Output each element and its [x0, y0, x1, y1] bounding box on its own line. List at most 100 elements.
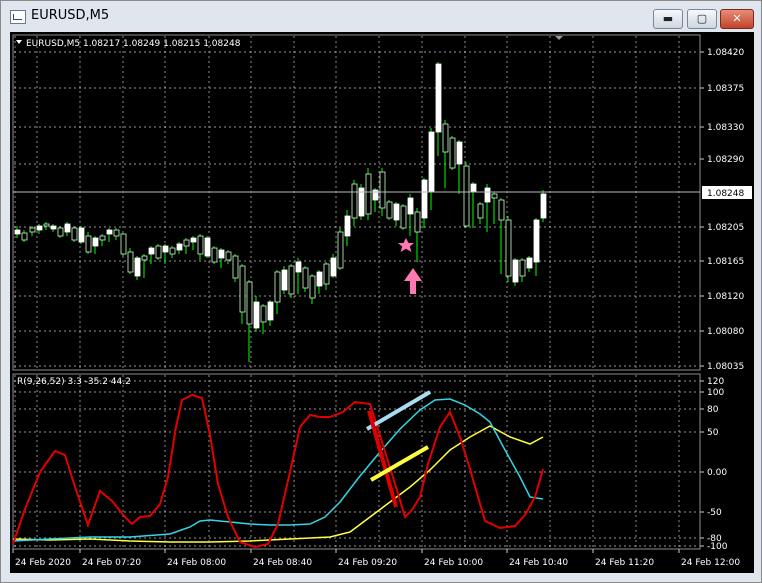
candle — [29, 226, 36, 236]
maximize-icon: ▢ — [696, 12, 708, 25]
time-label: 24 Feb 2020 — [15, 558, 71, 568]
candle — [260, 304, 267, 334]
price-scale-label: 1.08035 — [707, 362, 744, 372]
indicator-info: R(9,26,52) 3.3 -35.2 44.2 — [17, 377, 131, 387]
price-scale-label: 1.08165 — [707, 257, 744, 267]
chart-window-icon — [10, 10, 26, 24]
candle — [470, 182, 477, 228]
candle — [519, 258, 526, 282]
candle — [337, 228, 344, 270]
price-scale-label: 1.08290 — [707, 155, 744, 165]
candle — [197, 234, 204, 260]
time-axis: 24 Feb 2020 24 Feb 07:20 24 Feb 08:00 24 Fe… — [12, 549, 740, 568]
indicator-grid — [14, 375, 699, 548]
chart-svg[interactable]: EURUSD,M5 1.08217 1.08249 1.08215 1.0824… — [10, 32, 754, 573]
candle — [330, 254, 337, 278]
candles — [14, 62, 547, 362]
time-label: 24 Feb 10:00 — [424, 558, 483, 568]
candle — [533, 218, 540, 276]
candle — [211, 246, 218, 264]
candle — [456, 140, 463, 194]
candle — [267, 300, 274, 326]
candle — [309, 274, 316, 304]
candle — [281, 266, 288, 294]
red-trendline — [367, 410, 398, 508]
price-scale-label: 1.08120 — [707, 292, 744, 302]
candle — [344, 210, 351, 246]
candle — [414, 208, 421, 262]
candle — [351, 180, 358, 226]
candle — [274, 270, 281, 314]
minimize-icon: ▬ — [662, 12, 674, 25]
window-title: EURUSD,M5 — [31, 8, 110, 23]
indicator-scale-label: 50 — [707, 428, 719, 438]
candle — [232, 254, 239, 282]
candle — [134, 256, 141, 280]
time-label: 24 Feb 12:00 — [681, 558, 740, 568]
indicator-scale-label: 0.00 — [707, 468, 727, 478]
candle — [120, 232, 127, 256]
close-icon: ✕ — [732, 12, 742, 25]
candle — [127, 248, 134, 274]
shift-marker-icon[interactable] — [555, 36, 563, 40]
candle — [190, 236, 197, 250]
candle — [253, 296, 260, 332]
indicator-scale-label: 100 — [707, 388, 724, 398]
price-scale-label: 1.08080 — [707, 327, 744, 337]
dropdown-triangle-icon[interactable] — [16, 40, 22, 44]
candle — [204, 236, 211, 258]
candle — [162, 244, 169, 264]
candle — [57, 226, 64, 238]
candle — [225, 250, 232, 264]
candle — [92, 236, 99, 254]
time-label: 24 Feb 07:20 — [82, 558, 141, 568]
candle — [218, 248, 225, 268]
maximize-button[interactable]: ▢ — [687, 9, 717, 29]
price-scale-label: 1.08420 — [707, 48, 744, 58]
price-scale-label: 1.08330 — [707, 123, 744, 133]
candle — [463, 162, 470, 228]
candle — [442, 120, 449, 188]
star-icon — [398, 238, 414, 252]
chart-area[interactable]: EURUSD,M5 1.08217 1.08249 1.08215 1.0824… — [10, 32, 754, 573]
candle — [316, 270, 323, 294]
candle — [43, 222, 50, 230]
indicator-scale: 12010080500.00-50-80-100 — [700, 377, 728, 552]
candle — [99, 234, 106, 246]
candle — [50, 224, 57, 232]
title-bar[interactable]: EURUSD,M5 ▬ ▢ ✕ — [1, 1, 761, 31]
candle — [246, 280, 253, 362]
time-label: 24 Feb 08:40 — [253, 558, 312, 568]
candle — [393, 202, 400, 226]
candle — [85, 232, 92, 254]
indicator-pane-border — [12, 373, 701, 550]
candle — [505, 216, 512, 282]
candle — [169, 246, 176, 258]
candle — [323, 262, 330, 290]
time-label: 24 Feb 10:40 — [509, 558, 568, 568]
red-line — [12, 393, 544, 549]
candle — [288, 264, 295, 298]
indicator-scale-label: -100 — [707, 542, 728, 552]
candle — [365, 168, 372, 220]
candle — [36, 224, 43, 234]
candle — [540, 190, 547, 222]
candle — [239, 264, 246, 324]
candle — [176, 242, 183, 254]
candle — [484, 184, 491, 232]
candle — [421, 178, 428, 228]
candle — [113, 228, 120, 240]
candle — [295, 258, 302, 294]
indicator-scale-label: -50 — [707, 508, 722, 518]
candle — [183, 238, 190, 254]
time-label: 24 Feb 11:20 — [595, 558, 654, 568]
candle — [477, 202, 484, 224]
price-chart-info: EURUSD,M5 1.08217 1.08249 1.08215 1.0824… — [26, 39, 241, 49]
candle — [358, 184, 365, 220]
current-price-label: 1.08248 — [707, 189, 744, 199]
candle — [71, 226, 78, 242]
minimize-button[interactable]: ▬ — [653, 9, 683, 29]
candle — [155, 244, 162, 260]
up-arrow-icon — [404, 268, 422, 294]
close-button[interactable]: ✕ — [720, 9, 754, 29]
